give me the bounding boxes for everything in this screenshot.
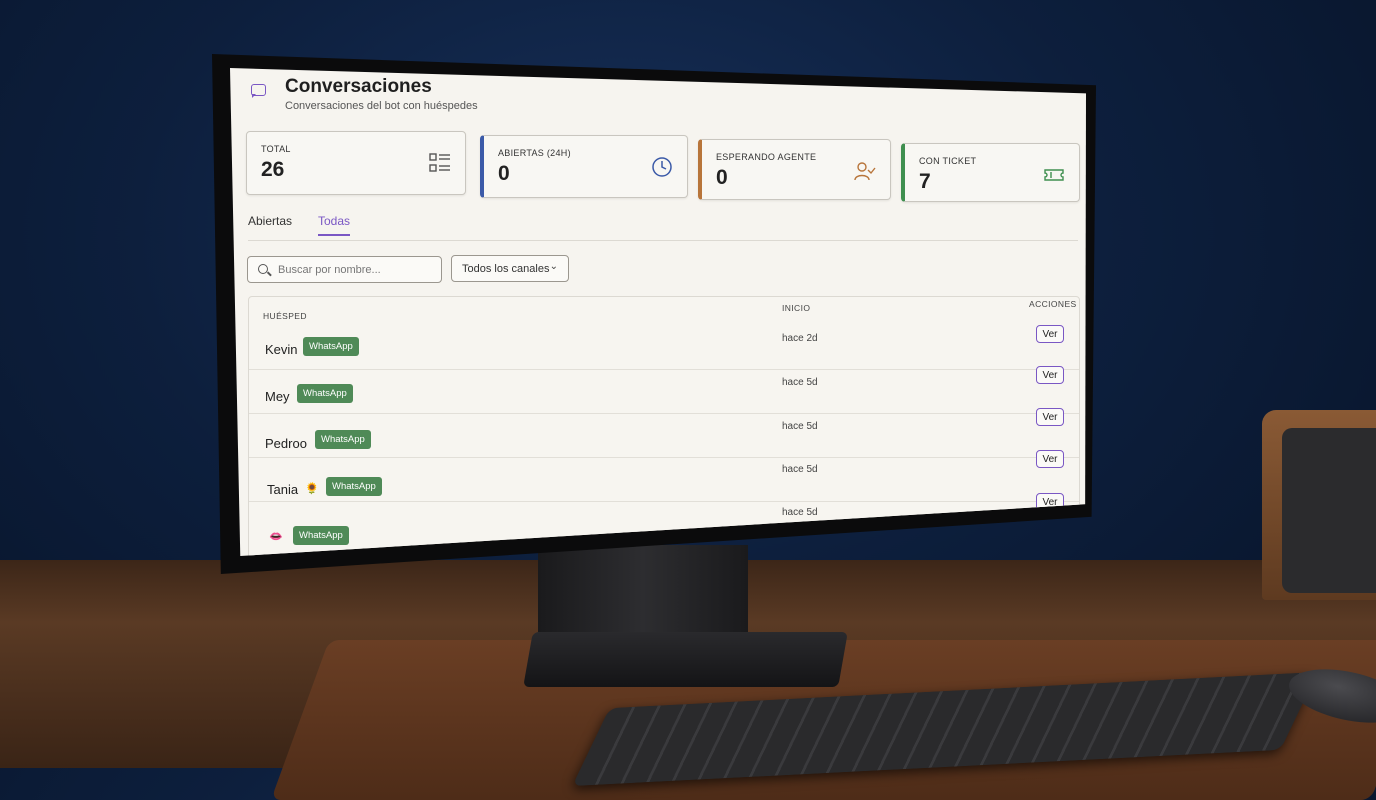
tab-abiertas[interactable]: Abiertas — [248, 214, 292, 234]
table-row: Tania 🌻 WhatsApp hace 5d Ver — [249, 450, 1079, 502]
stat-card-waiting-agent: ESPERANDO AGENTE 0 — [698, 139, 891, 200]
list-icon — [429, 153, 450, 172]
stat-value: 7 — [919, 170, 931, 193]
tab-bar: Abiertas Todas — [248, 214, 1078, 241]
monitor-stand-neck — [538, 545, 748, 645]
channel-badge: WhatsApp — [297, 384, 353, 403]
column-header-guest: HUÉSPED — [263, 311, 307, 321]
stat-value: 0 — [716, 166, 728, 189]
guest-name: Tania — [267, 482, 299, 497]
clock-icon — [652, 157, 672, 177]
table-row: Kevin WhatsApp hace 2d Ver — [249, 325, 1079, 369]
leather-case-inner — [1282, 428, 1376, 593]
guest-emoji: 👄 — [269, 531, 283, 543]
channel-badge: WhatsApp — [293, 526, 349, 545]
view-button[interactable]: Ver — [1036, 325, 1064, 343]
page-title: Conversaciones — [285, 76, 432, 97]
channel-select-value: Todos los canales — [462, 263, 550, 275]
user-check-icon — [854, 162, 876, 181]
page-subtitle: Conversaciones del bot con huéspedes — [285, 100, 478, 112]
guest-name: Kevin — [265, 342, 298, 357]
stat-label: TOTAL — [261, 144, 291, 154]
chevron-down-icon: ⌄ — [549, 261, 558, 272]
search-input[interactable] — [276, 261, 435, 279]
stat-label: ESPERANDO AGENTE — [716, 152, 817, 162]
search-box — [247, 256, 442, 283]
guest-name: Mey — [265, 389, 290, 404]
channel-badge: WhatsApp — [326, 477, 382, 496]
view-button[interactable]: Ver — [1036, 408, 1064, 426]
stat-card-total: TOTAL 26 — [246, 131, 466, 195]
tab-todas[interactable]: Todas — [318, 214, 351, 236]
channel-badge: WhatsApp — [303, 337, 359, 356]
stat-label: CON TICKET — [919, 156, 977, 166]
start-time: hace 5d — [782, 377, 818, 388]
start-time: hace 2d — [782, 333, 818, 344]
monitor-stand-base — [523, 632, 848, 687]
view-button[interactable]: Ver — [1036, 450, 1064, 468]
search-icon-handle — [267, 271, 272, 277]
view-button[interactable]: Ver — [1036, 366, 1064, 384]
channel-badge: WhatsApp — [315, 430, 371, 449]
start-time: hace 5d — [782, 421, 818, 432]
app-screen: Conversaciones Conversaciones del bot co… — [230, 68, 1086, 556]
table-row: Pedroo WhatsApp hace 5d Ver — [249, 408, 1079, 458]
start-time: hace 5d — [782, 464, 818, 475]
stat-card-with-ticket: CON TICKET 7 — [901, 143, 1080, 202]
stat-value: 26 — [261, 158, 285, 181]
guest-name: Pedroo — [265, 436, 307, 451]
start-time: hace 5d — [782, 507, 818, 518]
guest-emoji: 🌻 — [305, 483, 319, 495]
channel-select[interactable]: Todos los canales ⌄ — [451, 255, 569, 282]
ticket-icon — [1044, 169, 1064, 181]
stat-label: ABIERTAS (24H) — [498, 148, 571, 158]
chat-icon-tail — [252, 94, 256, 98]
stat-card-open-24h: ABIERTAS (24H) 0 — [480, 135, 688, 198]
table-row: Mey WhatsApp hace 5d Ver — [249, 366, 1079, 414]
stat-value: 0 — [498, 162, 510, 185]
column-header-actions: ACCIONES — [1029, 299, 1077, 309]
column-header-start: INICIO — [782, 303, 811, 313]
